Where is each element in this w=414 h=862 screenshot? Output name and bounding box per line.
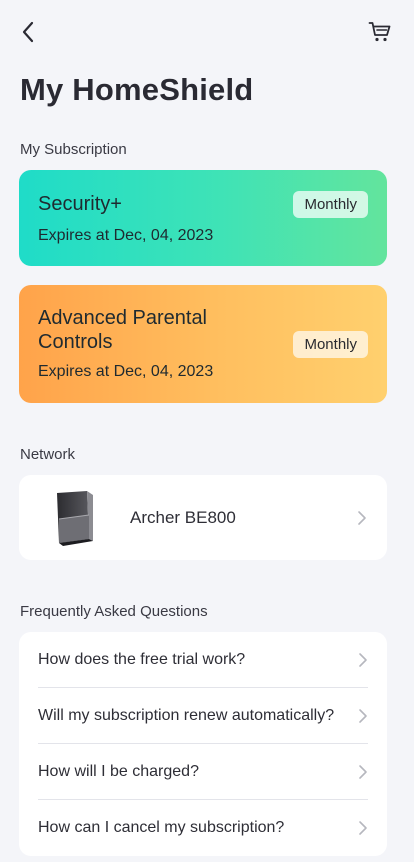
subscription-card-security-plus[interactable]: Security+ Monthly Expires at Dec, 04, 20… <box>19 170 387 266</box>
subscription-plan-name: Security+ <box>38 193 122 215</box>
faq-question: Will my subscription renew automatically… <box>38 706 335 724</box>
faq-list: How does the free trial work? Will my su… <box>19 632 387 856</box>
faq-item[interactable]: How will I be charged? <box>38 744 368 800</box>
device-name: Archer BE800 <box>130 508 236 527</box>
network-device-row[interactable]: Archer BE800 <box>19 475 387 560</box>
subscription-card-parental-controls[interactable]: Advanced Parental Controls Monthly Expir… <box>19 285 387 403</box>
faq-item[interactable]: Will my subscription renew automatically… <box>38 688 368 744</box>
billing-badge: Monthly <box>293 331 368 358</box>
router-icon <box>57 491 93 546</box>
chevron-left-icon <box>22 21 34 43</box>
subscription-expiry: Expires at Dec, 04, 2023 <box>38 363 214 380</box>
faq-question: How can I cancel my subscription? <box>38 819 285 836</box>
shopping-cart-icon <box>368 22 391 42</box>
chevron-right-icon <box>358 511 366 525</box>
chevron-right-icon <box>359 765 367 779</box>
chevron-right-icon <box>359 653 367 667</box>
faq-item[interactable]: How does the free trial work? <box>38 632 368 688</box>
chevron-right-icon <box>359 709 367 723</box>
subscription-expiry: Expires at Dec, 04, 2023 <box>38 227 214 244</box>
faq-question: How will I be charged? <box>38 762 199 780</box>
faq-section-label: Frequently Asked Questions <box>20 603 208 620</box>
back-button[interactable] <box>16 18 40 46</box>
top-bar <box>0 0 414 62</box>
chevron-right-icon <box>359 821 367 835</box>
subscription-section-label: My Subscription <box>20 141 127 158</box>
network-section-label: Network <box>20 446 76 463</box>
page-title: My HomeShield <box>20 72 254 107</box>
cart-button[interactable] <box>366 18 394 46</box>
subscription-plan-name: Advanced Parental Controls <box>38 307 208 353</box>
billing-badge: Monthly <box>293 191 368 218</box>
faq-question: How does the free trial work? <box>38 650 246 668</box>
faq-item[interactable]: How can I cancel my subscription? <box>38 800 368 856</box>
